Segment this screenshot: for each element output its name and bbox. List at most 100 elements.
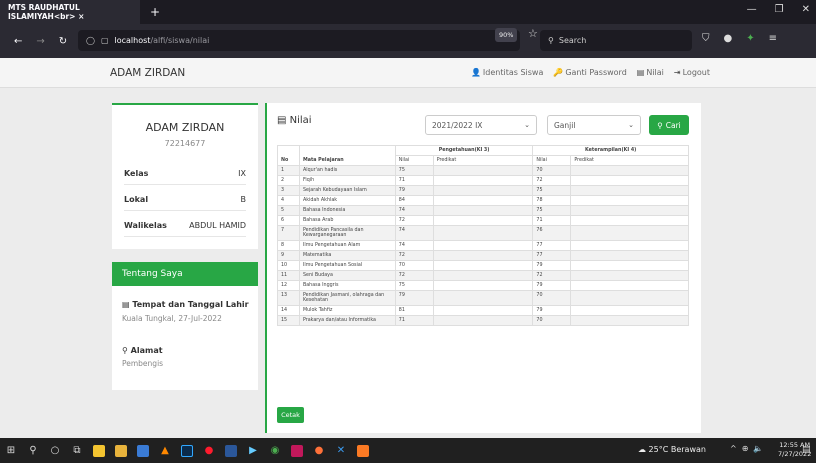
nav-nilai[interactable]: ▤ Nilai: [637, 68, 664, 77]
cell-mapel: Pendidikan Pancasila dan Kewarganegaraan: [298, 225, 396, 241]
vlc-icon[interactable]: ▲: [154, 438, 176, 463]
window-controls: — ❐ ✕: [747, 4, 810, 15]
profile-card: ADAM ZIRDAN 72214677 Kelas IX Lokal B Wa…: [112, 103, 258, 249]
cell-mapel: Bahasa Indonesia: [298, 205, 396, 216]
cell-p3: [432, 185, 534, 196]
nav-password[interactable]: 🔑 Ganti Password: [553, 68, 626, 77]
cell-p3: [432, 305, 534, 316]
cell-p4: [570, 290, 689, 306]
pocket-icon[interactable]: ⛉: [702, 33, 710, 44]
semester-select-value: Ganjil: [554, 121, 576, 130]
vscode-icon[interactable]: ✕: [330, 438, 352, 463]
nav-identitas[interactable]: 👤 Identitas Siswa: [471, 68, 543, 77]
nav-logout[interactable]: ⇥ Logout: [674, 68, 710, 77]
cell-mapel: Bahasa Inggris: [298, 280, 396, 291]
semester-select[interactable]: Ganjil ⌄: [547, 115, 641, 135]
new-tab-button[interactable]: +: [150, 5, 160, 19]
volume-icon[interactable]: 🔈: [753, 444, 763, 453]
col-pengetahuan: Pengetahuan(KI 3): [394, 145, 534, 156]
app-pink-icon[interactable]: [286, 438, 308, 463]
logout-icon: ⇥: [673, 68, 681, 77]
page-icon: ▢: [100, 36, 109, 45]
cell-mapel: Mulok Tahfiz: [298, 305, 396, 316]
cell-n4: 72: [532, 270, 572, 281]
file-explorer-icon[interactable]: [110, 438, 132, 463]
info-label: Walikelas: [124, 221, 167, 230]
cell-n4: 79: [532, 280, 572, 291]
windows-start-icon[interactable]: ⊞: [0, 438, 22, 463]
alamat-value: Pembengis: [122, 359, 164, 368]
alamat-label: ⚲ Alamat: [122, 346, 163, 355]
extension-icon[interactable]: ✦: [746, 33, 754, 44]
back-icon[interactable]: ←: [14, 36, 22, 47]
photoshop-icon[interactable]: [176, 438, 198, 463]
user-icon: 👤: [470, 68, 481, 77]
cell-mapel: Prakarya dan/atau Informatika: [298, 315, 396, 326]
app-icon[interactable]: [132, 438, 154, 463]
reload-icon[interactable]: ↻: [59, 36, 67, 47]
notification-icon[interactable]: ▤: [802, 445, 811, 455]
cell-no: 7: [277, 225, 300, 241]
info-row-lokal: Lokal B: [124, 195, 246, 211]
cell-no: 3: [277, 185, 300, 196]
menu-icon[interactable]: ≡: [769, 33, 777, 44]
cell-no: 11: [277, 270, 300, 281]
cell-n3: 79: [394, 185, 434, 196]
search-input[interactable]: ⚲ Search: [540, 30, 692, 51]
print-button[interactable]: Cetak: [277, 407, 304, 423]
restore-icon[interactable]: ❐: [775, 4, 784, 15]
chevron-down-icon: ⌄: [524, 121, 530, 129]
url-bar[interactable]: ◯ ▢ localhost/alfi/siswa/nilai: [78, 30, 520, 51]
search-placeholder: Search: [558, 36, 587, 45]
network-icon[interactable]: ⊕: [742, 444, 749, 453]
cell-no: 2: [277, 175, 300, 186]
terminal-icon[interactable]: ▶: [242, 438, 264, 463]
cell-p4: [570, 185, 689, 196]
page-title-text: Nilai: [289, 115, 312, 126]
close-window-icon[interactable]: ✕: [802, 4, 810, 15]
weather-widget[interactable]: ☁ 25°C Berawan: [638, 445, 706, 454]
col-predikat: Predikat: [432, 155, 534, 166]
cell-n3: 72: [394, 215, 434, 226]
alamat-label-text: Alamat: [130, 346, 163, 355]
cell-p4: [570, 260, 689, 271]
cell-n4: 77: [532, 250, 572, 261]
nav-identitas-label: Identitas Siswa: [482, 68, 544, 77]
cell-p4: [570, 305, 689, 316]
minimize-icon[interactable]: —: [747, 4, 757, 15]
map-marker-icon: ⚲: [122, 346, 131, 355]
system-tray: ^ ⊕ 🔈: [730, 444, 763, 453]
chevron-up-icon[interactable]: ^: [730, 444, 737, 453]
zoom-level[interactable]: 90%: [495, 28, 518, 42]
search-button[interactable]: ⚲ Cari: [649, 115, 689, 135]
cell-n3: 70: [394, 260, 434, 271]
account-icon[interactable]: ●: [724, 33, 733, 44]
cell-mapel: Bahasa Arab: [298, 215, 396, 226]
bookmark-star-icon[interactable]: ☆: [528, 27, 538, 40]
chrome-icon[interactable]: ◉: [264, 438, 286, 463]
cell-mapel: Fiqih: [298, 175, 396, 186]
opera-icon[interactable]: ●: [198, 438, 220, 463]
forward-icon[interactable]: →: [36, 36, 44, 47]
xampp-icon[interactable]: [352, 438, 374, 463]
search-button-label: Cari: [665, 120, 681, 130]
firefox-icon[interactable]: ●: [308, 438, 330, 463]
task-view-icon[interactable]: ⧉: [66, 438, 88, 463]
browser-tab[interactable]: MTS RAUDHATUL ISLAMIYAH<br> ×: [0, 0, 140, 24]
book-icon: ▤: [122, 300, 133, 309]
cell-no: 4: [277, 195, 300, 206]
cortana-icon[interactable]: ○: [44, 438, 66, 463]
profile-nis: 72214677: [164, 139, 206, 148]
nav-password-label: Ganti Password: [565, 68, 627, 77]
cell-no: 5: [277, 205, 300, 216]
store-icon[interactable]: [88, 438, 110, 463]
search-icon[interactable]: ⚲: [22, 438, 44, 463]
cell-p4: [570, 240, 689, 251]
year-select[interactable]: 2021/2022 IX ⌄: [425, 115, 537, 135]
cell-p3: [432, 195, 534, 206]
cell-p4: [570, 250, 689, 261]
cell-p3: [432, 165, 534, 176]
word-icon[interactable]: [220, 438, 242, 463]
site-brand[interactable]: ADAM ZIRDAN: [110, 67, 185, 79]
info-row-walikelas: Walikelas ABDUL HAMID: [124, 221, 246, 237]
